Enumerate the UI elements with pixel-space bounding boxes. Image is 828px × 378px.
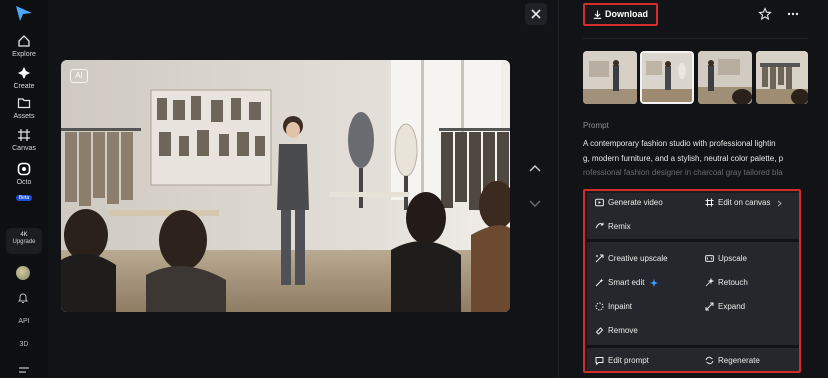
expand-label: Expand — [718, 302, 746, 311]
close-button[interactable] — [525, 3, 547, 25]
sparkle-icon — [18, 67, 30, 79]
3d-link[interactable]: 3D — [0, 341, 48, 348]
sidebar-item-label: Create — [13, 83, 35, 90]
sidebar-item-label: Canvas — [12, 145, 36, 152]
variant-thumbnail-selected[interactable] — [640, 51, 694, 104]
remix-icon — [595, 222, 604, 229]
edit-on-canvas-label: Edit on canvas — [718, 198, 771, 207]
image-actions-menu: Generate video Edit on canvas Remix Crea… — [583, 189, 801, 373]
smart-edit-label: Smart edit — [608, 278, 645, 287]
remove-label: Remove — [608, 326, 638, 335]
canvas-icon — [18, 129, 30, 141]
download-button[interactable]: Download — [583, 3, 658, 26]
thumbnail-image — [756, 51, 808, 104]
download-label: Download — [605, 9, 648, 19]
creative-upscale-label: Creative upscale — [608, 254, 668, 263]
sidebar-item-explore[interactable]: Explore — [0, 34, 48, 58]
prompt-heading: Prompt — [583, 121, 609, 130]
video-icon — [595, 198, 604, 207]
edit-prompt-button[interactable]: Edit prompt — [595, 356, 649, 366]
chevron-up-icon[interactable] — [528, 162, 542, 176]
expand-icon — [705, 302, 714, 311]
generate-video-button[interactable]: Generate video — [595, 198, 663, 207]
sidebar-item-label: Octo — [16, 179, 32, 186]
star-icon[interactable] — [758, 7, 772, 21]
more-options-icon[interactable] — [786, 7, 800, 21]
upgrade-label: Upgrade — [12, 239, 36, 245]
regenerate-button[interactable]: Regenerate — [705, 356, 760, 365]
upscale-icon — [705, 255, 714, 262]
variant-thumbnail[interactable] — [583, 51, 637, 104]
thumbnail-image — [583, 51, 637, 104]
inpaint-button[interactable]: Inpaint — [595, 302, 632, 311]
inpaint-label: Inpaint — [608, 302, 633, 311]
edit-prompt-label: Edit prompt — [608, 356, 649, 365]
variant-thumbnail[interactable] — [698, 51, 752, 104]
sidebar-item-label: Explore — [12, 51, 36, 58]
remix-label: Remix — [608, 222, 631, 231]
prompt-text-line: g, modern furniture, and a stylish, neut… — [583, 154, 784, 163]
logo-icon[interactable] — [14, 4, 34, 22]
edit-on-canvas-button[interactable]: Edit on canvas — [705, 198, 783, 207]
thumbnail-image — [642, 53, 692, 102]
variant-thumbnail[interactable] — [756, 51, 808, 104]
creative-upscale-button[interactable]: Creative upscale — [595, 254, 668, 263]
prompt-text-line: A contemporary fashion studio with profe… — [583, 139, 776, 148]
upgrade-button[interactable]: 4K Upgrade — [6, 228, 42, 254]
prompt-text-line: rofessional fashion designer in charcoal… — [583, 168, 783, 177]
fashion-studio-image — [61, 60, 510, 312]
sidebar-item-octo[interactable]: Octo Beta — [0, 162, 48, 204]
chevron-down-icon[interactable] — [528, 196, 542, 210]
remove-button[interactable]: Remove — [595, 326, 638, 335]
home-icon — [18, 35, 30, 47]
sparkle-icon — [649, 279, 658, 287]
upgrade-4k-label: 4K — [20, 232, 28, 238]
eraser-icon — [595, 327, 604, 335]
bell-icon[interactable] — [17, 292, 29, 304]
retouch-button[interactable]: Retouch — [705, 277, 748, 287]
close-icon — [531, 9, 541, 19]
left-sidebar: Explore Create Assets Canvas Octo Beta 4… — [0, 0, 48, 378]
generated-image[interactable] — [61, 60, 510, 312]
expand-button[interactable]: Expand — [705, 302, 745, 311]
edit-prompt-icon — [595, 357, 604, 366]
thumbnail-image — [698, 51, 752, 104]
upscale-label: Upscale — [718, 254, 747, 263]
canvas-icon — [705, 198, 714, 207]
folder-icon — [17, 98, 31, 109]
avatar[interactable] — [16, 266, 30, 280]
sidebar-item-label: Assets — [13, 113, 35, 120]
sidebar-item-canvas[interactable]: Canvas — [0, 128, 48, 152]
remix-button[interactable]: Remix — [595, 222, 631, 231]
chevron-right-icon — [777, 200, 782, 207]
sidebar-item-create[interactable]: Create — [0, 66, 48, 90]
sidebar-item-assets[interactable]: Assets — [0, 96, 48, 120]
inpaint-icon — [595, 302, 604, 311]
magic-wand-icon — [595, 278, 604, 287]
api-link[interactable]: API — [0, 318, 48, 325]
beta-badge: Beta — [15, 195, 33, 201]
octo-icon — [17, 162, 31, 176]
refresh-icon — [705, 356, 714, 365]
download-icon — [593, 10, 602, 19]
smart-edit-button[interactable]: Smart edit — [595, 278, 658, 287]
divider — [583, 38, 808, 39]
regenerate-label: Regenerate — [718, 356, 760, 365]
retouch-label: Retouch — [718, 278, 748, 287]
creative-upscale-icon — [595, 254, 604, 263]
upscale-button[interactable]: Upscale — [705, 254, 747, 263]
generate-video-label: Generate video — [608, 198, 663, 207]
menu-icon[interactable] — [18, 366, 30, 376]
retouch-icon — [705, 277, 715, 287]
ai-badge: AI — [70, 69, 88, 83]
